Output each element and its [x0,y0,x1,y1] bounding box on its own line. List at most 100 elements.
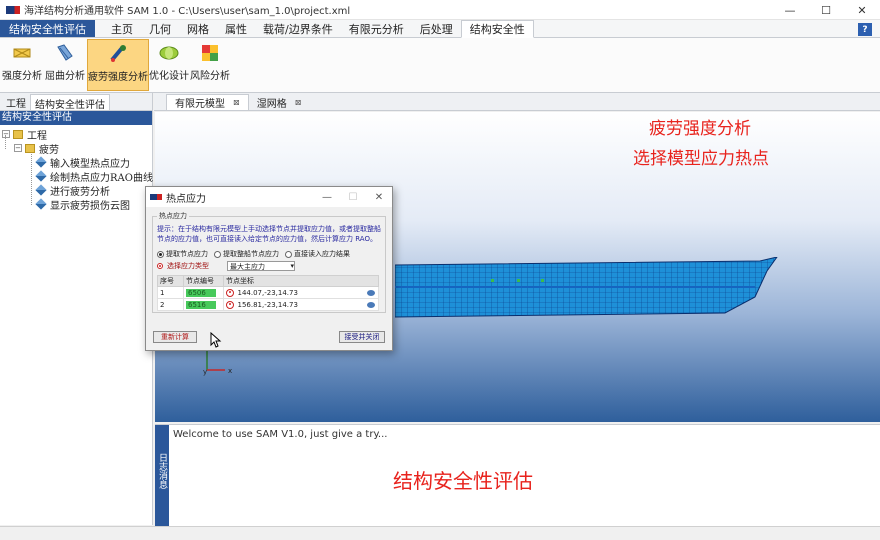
eye-icon[interactable] [366,301,375,308]
table-row[interactable]: 2 6516 156.81,-23,14.73 [157,298,379,311]
col-node: 节点编号 [183,275,224,287]
help-icon[interactable]: ? [858,23,872,36]
collapse-icon[interactable]: − [14,144,22,152]
log-side-label: 日志消息 [157,453,167,489]
close-tab-icon[interactable]: ⊠ [295,98,302,107]
tree-item-label: 显示疲劳损伤云图 [50,200,130,212]
pick-node-icon[interactable] [226,288,234,297]
radio-read-results[interactable]: 直接读入应力结果 [285,249,350,259]
recalculate-button[interactable]: 重新计算 [153,331,197,343]
tab-wet-mesh[interactable]: 湿网格 ⊠ [249,94,310,110]
tab-loads-bc[interactable]: 载荷/边界条件 [255,20,341,37]
tab-project[interactable]: 工程 [2,94,30,110]
stress-type-row: 选择应力类型 最大主应力 ▾ [157,261,295,271]
tab-wet-mesh-label: 湿网格 [256,98,287,110]
tab-structural-safety[interactable]: 结构安全性 [460,20,534,38]
task-icon [35,170,47,182]
tab-safety-assessment[interactable]: 结构安全性评估 [30,94,110,111]
tree-node-fatigue-label: 疲劳 [39,144,59,156]
tree-item-label: 输入模型热点应力 [50,158,130,170]
axis-x-label: x [228,367,232,375]
tree-item-plot-rao[interactable]: 绘制热点应力RAO曲线 [35,169,153,184]
window-title: 海洋结构分析通用软件 SAM 1.0 - C:\Users\user\sam_1… [24,6,351,17]
table-row[interactable]: 1 6506 144.07,-23,14.73 [157,286,379,299]
row-coord: 156.81,-23,14.73 [235,298,365,311]
annotation-safety-assessment: 结构安全性评估 [393,469,533,493]
eye-icon[interactable] [366,289,375,296]
stress-type-select[interactable]: 最大主应力 ▾ [227,261,295,271]
radio-icon [285,250,292,258]
row-node-cell: 6516 [183,298,224,311]
tree-item-damage-contour[interactable]: 显示疲劳损伤云图 [35,197,130,212]
task-icon [35,184,47,196]
tab-home[interactable]: 主页 [103,20,141,37]
annotation-hotspot: 选择模型应力热点 [633,149,769,169]
tab-file[interactable]: 结构安全性评估 [0,20,95,37]
close-tab-icon[interactable]: ⊠ [233,98,240,107]
tab-fea[interactable]: 有限元分析 [341,20,412,37]
dialog-hint: 提示：在于结构有限元模型上手动选择节点并提取应力值，或者提取整船节点的应力值，也… [157,225,381,243]
row-node-cell: 6506 [183,286,224,299]
row-index: 2 [157,298,184,311]
left-panel-header: 结构安全性评估 [0,111,152,125]
stress-type-icon [157,263,163,269]
chevron-down-icon: ▾ [290,262,294,270]
maximize-button[interactable]: ☐ [808,0,844,20]
tree-item-input-hotspot[interactable]: 输入模型热点应力 [35,155,130,170]
radio-label: 直接读入应力结果 [294,250,350,258]
strength-analysis-icon [13,48,31,58]
node-id[interactable]: 6516 [186,300,216,309]
radio-extract-node[interactable]: 提取节点应力 [157,249,208,259]
annotation-fatigue: 疲劳强度分析 [649,119,751,139]
strength-analysis-button[interactable]: 强度分析 [1,39,43,91]
stress-type-label: 选择应力类型 [167,262,209,270]
document-tabs: 有限元模型 ⊠ 湿网格 ⊠ [154,93,880,111]
col-coord: 节点坐标 [223,275,379,287]
accept-close-button[interactable]: 接受并关闭 [339,331,385,343]
risk-analysis-label: 风险分析 [190,71,230,82]
tab-fe-model-label: 有限元模型 [175,99,225,110]
buckling-analysis-button[interactable]: 屈曲分析 [43,39,87,91]
tab-properties[interactable]: 属性 [217,20,255,37]
group-title: 热点应力 [157,211,189,221]
ship-fe-model[interactable] [395,257,780,319]
row-coord: 144.07,-23,14.73 [235,286,365,299]
risk-analysis-button[interactable]: 风险分析 [189,39,231,91]
task-icon [35,156,47,168]
dialog-close-button[interactable]: ✕ [366,187,392,207]
radio-selected-icon [157,250,164,258]
tab-mesh[interactable]: 网格 [179,20,217,37]
dialog-maximize-button[interactable]: ☐ [340,187,366,207]
left-panel: 工程 结构安全性评估 结构安全性评估 − 工程 − 疲劳 输入模型热点应力 绘制… [0,93,153,525]
optimization-design-label: 优化设计 [149,71,189,82]
status-bar [0,526,880,540]
stress-type-value: 最大主应力 [230,263,265,271]
pick-node-icon[interactable] [226,300,234,309]
tree-root[interactable]: − 工程 [2,127,47,142]
optimization-icon [159,46,179,60]
col-index: 序号 [157,275,184,287]
node-id[interactable]: 6506 [186,288,216,297]
dialog-minimize-button[interactable]: — [314,187,340,207]
ribbon-panel: 强度分析 屈曲分析 疲劳强度分析 优化设计 风险分析 [0,38,880,93]
axis-y-label: y [203,368,207,376]
tree-item-label: 进行疲劳分析 [50,186,110,198]
tab-postprocess[interactable]: 后处理 [412,20,461,37]
tab-fe-model[interactable]: 有限元模型 ⊠ [166,94,249,110]
collapse-icon[interactable]: − [2,130,10,138]
log-side-tab[interactable]: 日志消息 [155,425,169,527]
fatigue-analysis-button[interactable]: 疲劳强度分析 [87,39,149,91]
radio-extract-whole-ship[interactable]: 提取整船节点应力 [214,249,279,259]
strength-analysis-label: 强度分析 [2,71,42,82]
mouse-cursor-icon [210,332,222,348]
minimize-button[interactable]: — [772,0,808,20]
optimization-design-button[interactable]: 优化设计 [149,39,189,91]
tree-node-fatigue[interactable]: − 疲劳 [14,141,59,156]
hotspot-stress-group: 热点应力 提示：在于结构有限元模型上手动选择节点并提取应力值，或者提取整船节点的… [152,211,386,313]
row-pick-cell [223,286,236,299]
tab-geometry[interactable]: 几何 [141,20,179,37]
dialog-title: 热点应力 [166,193,206,205]
tree-item-run-fatigue[interactable]: 进行疲劳分析 [35,183,110,198]
close-button[interactable]: ✕ [844,0,880,20]
app-logo-icon [150,194,162,200]
